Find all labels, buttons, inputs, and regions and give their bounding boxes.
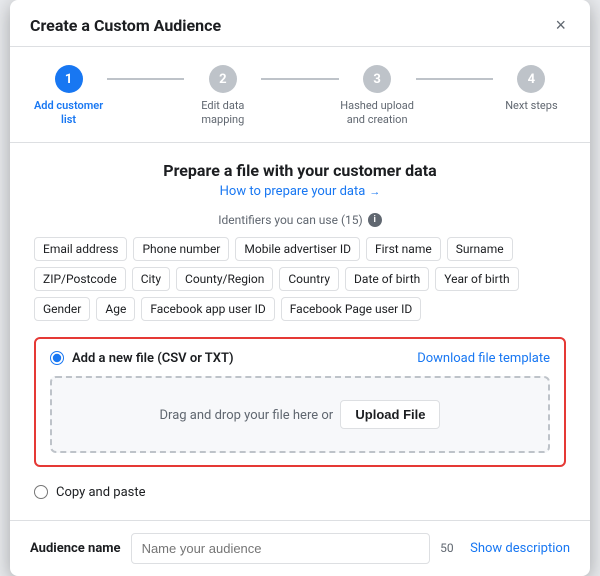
step-2: 2 Edit data mapping bbox=[184, 65, 261, 128]
section-title: Prepare a file with your customer data bbox=[34, 161, 566, 180]
copy-paste-label[interactable]: Copy and paste bbox=[56, 485, 146, 500]
identifier-tag: Facebook app user ID bbox=[141, 297, 274, 321]
step-1-label: Add customer list bbox=[30, 99, 107, 128]
step-3-label: Hashed upload and creation bbox=[339, 99, 416, 128]
stepper: 1 Add customer list 2 Edit data mapping … bbox=[10, 47, 590, 143]
upload-file-button[interactable]: Upload File bbox=[340, 400, 440, 429]
step-1-circle: 1 bbox=[55, 65, 83, 93]
upload-section: Add a new file (CSV or TXT) Download fil… bbox=[34, 337, 566, 467]
connector-2-3 bbox=[261, 78, 338, 80]
identifier-tag: City bbox=[132, 267, 170, 291]
prepare-data-link[interactable]: How to prepare your data → bbox=[220, 184, 381, 199]
char-count: 50 bbox=[440, 541, 460, 555]
modal-body: Prepare a file with your customer data H… bbox=[10, 143, 590, 520]
step-4-circle: 4 bbox=[517, 65, 545, 93]
upload-option-label[interactable]: Add a new file (CSV or TXT) bbox=[50, 351, 234, 366]
create-custom-audience-modal: Create a Custom Audience × 1 Add custome… bbox=[10, 0, 590, 576]
audience-name-label: Audience name bbox=[30, 541, 121, 556]
identifier-tag: Year of birth bbox=[435, 267, 518, 291]
show-description-link[interactable]: Show description bbox=[470, 541, 570, 556]
drop-zone[interactable]: Drag and drop your file here or Upload F… bbox=[50, 376, 550, 453]
identifier-tag: ZIP/Postcode bbox=[34, 267, 126, 291]
modal-footer: Audience name 50 Show description bbox=[10, 520, 590, 576]
identifier-tag: County/Region bbox=[176, 267, 273, 291]
identifier-tag: Date of birth bbox=[345, 267, 429, 291]
step-4: 4 Next steps bbox=[493, 65, 570, 113]
modal-title: Create a Custom Audience bbox=[30, 16, 221, 35]
audience-name-input[interactable] bbox=[131, 533, 431, 564]
identifier-tag: Mobile advertiser ID bbox=[235, 237, 360, 261]
identifier-tag: Country bbox=[279, 267, 339, 291]
connector-3-4 bbox=[416, 78, 493, 80]
step-1: 1 Add customer list bbox=[30, 65, 107, 128]
download-template-link[interactable]: Download file template bbox=[417, 351, 550, 366]
section-link-container: How to prepare your data → bbox=[34, 184, 566, 199]
step-2-label: Edit data mapping bbox=[184, 99, 261, 128]
step-4-label: Next steps bbox=[505, 99, 557, 113]
upload-option-header: Add a new file (CSV or TXT) Download fil… bbox=[50, 351, 550, 366]
identifier-tag: Surname bbox=[447, 237, 513, 261]
identifier-tag: First name bbox=[366, 237, 441, 261]
step-3-circle: 3 bbox=[363, 65, 391, 93]
identifier-tag: Age bbox=[96, 297, 135, 321]
step-3: 3 Hashed upload and creation bbox=[339, 65, 416, 128]
identifier-tag: Phone number bbox=[133, 237, 229, 261]
external-link-icon: → bbox=[369, 185, 380, 198]
modal-header: Create a Custom Audience × bbox=[10, 0, 590, 47]
info-icon[interactable]: i bbox=[368, 213, 382, 227]
identifiers-label: Identifiers you can use (15) i bbox=[34, 213, 566, 227]
copy-paste-option: Copy and paste bbox=[34, 479, 566, 506]
identifier-tag: Gender bbox=[34, 297, 90, 321]
tags-container: Email addressPhone numberMobile advertis… bbox=[34, 237, 566, 321]
copy-paste-radio[interactable] bbox=[34, 485, 48, 499]
step-2-circle: 2 bbox=[209, 65, 237, 93]
close-button[interactable]: × bbox=[551, 14, 570, 36]
identifier-tag: Facebook Page user ID bbox=[281, 297, 422, 321]
identifier-tag: Email address bbox=[34, 237, 127, 261]
connector-1-2 bbox=[107, 78, 184, 80]
upload-radio[interactable] bbox=[50, 351, 64, 365]
